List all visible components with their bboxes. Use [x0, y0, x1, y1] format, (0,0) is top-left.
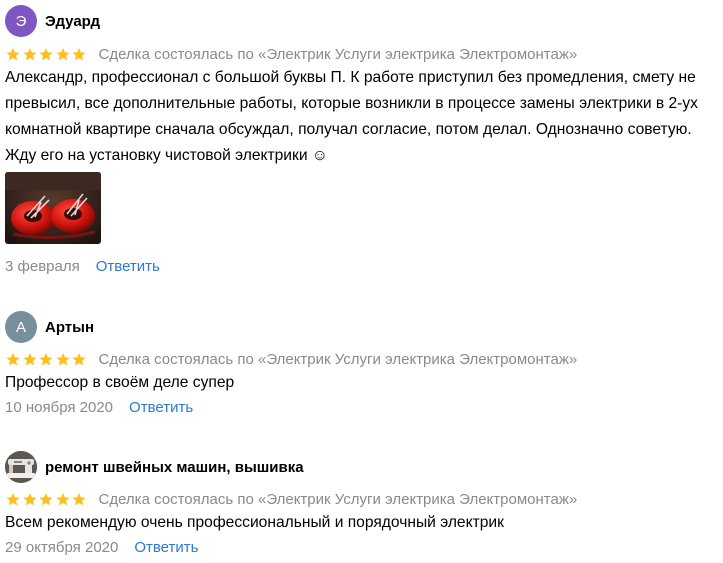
review-footer: 29 октября 2020 Ответить [5, 539, 198, 556]
review-text: Профессор в своём деле супер [5, 374, 235, 391]
review-date: 10 ноября 2020 [5, 399, 114, 416]
review-footer: 3 февраля Ответить [5, 258, 160, 275]
review-header: ремонт швейных машин, вышивка [5, 451, 304, 483]
wire-connectors-photo-icon [5, 172, 101, 244]
review-footer: 10 ноября 2020 Ответить [5, 399, 193, 416]
review-meta: Сделка состоялась по «Электрик Услуги эл… [5, 350, 577, 368]
review-date: 3 февраля [5, 258, 80, 275]
review-text: Александр, профессионал с большой буквы … [5, 69, 698, 164]
author-name[interactable]: ремонт швейных машин, вышивка [45, 459, 304, 476]
star-icon [71, 352, 87, 367]
star-icon [38, 47, 54, 62]
rating-stars [5, 492, 88, 507]
star-icon [22, 492, 38, 507]
review-header: Э Эдуард [5, 5, 100, 37]
rating-stars [5, 352, 88, 367]
author-name[interactable]: Эдуард [45, 13, 100, 30]
star-icon [38, 492, 54, 507]
reply-link[interactable]: Ответить [134, 539, 198, 556]
deal-info: Сделка состоялась по «Электрик Услуги эл… [98, 45, 578, 63]
star-icon [71, 47, 87, 62]
star-icon [5, 492, 21, 507]
star-icon [71, 492, 87, 507]
review-meta: Сделка состоялась по «Электрик Услуги эл… [5, 490, 577, 508]
reply-link[interactable]: Ответить [129, 399, 193, 416]
star-icon [5, 47, 21, 62]
star-icon [55, 492, 71, 507]
review-photo[interactable] [5, 172, 101, 244]
rating-stars [5, 47, 88, 62]
review-date: 29 октября 2020 [5, 539, 119, 556]
review-header: А Артын [5, 311, 94, 343]
review-text: Всем рекомендую очень профессиональный и… [5, 514, 504, 531]
star-icon [55, 47, 71, 62]
avatar[interactable]: А [5, 311, 37, 343]
avatar[interactable]: Э [5, 5, 37, 37]
review-meta: Сделка состоялась по «Электрик Услуги эл… [5, 45, 577, 63]
star-icon [5, 352, 21, 367]
deal-info: Сделка состоялась по «Электрик Услуги эл… [98, 490, 578, 508]
deal-info: Сделка состоялась по «Электрик Услуги эл… [98, 350, 578, 368]
star-icon [55, 352, 71, 367]
reply-link[interactable]: Ответить [96, 258, 160, 275]
star-icon [22, 47, 38, 62]
avatar[interactable] [5, 451, 37, 483]
star-icon [38, 352, 54, 367]
star-icon [22, 352, 38, 367]
sewing-machine-photo-icon [5, 451, 37, 483]
author-name[interactable]: Артын [45, 319, 94, 336]
